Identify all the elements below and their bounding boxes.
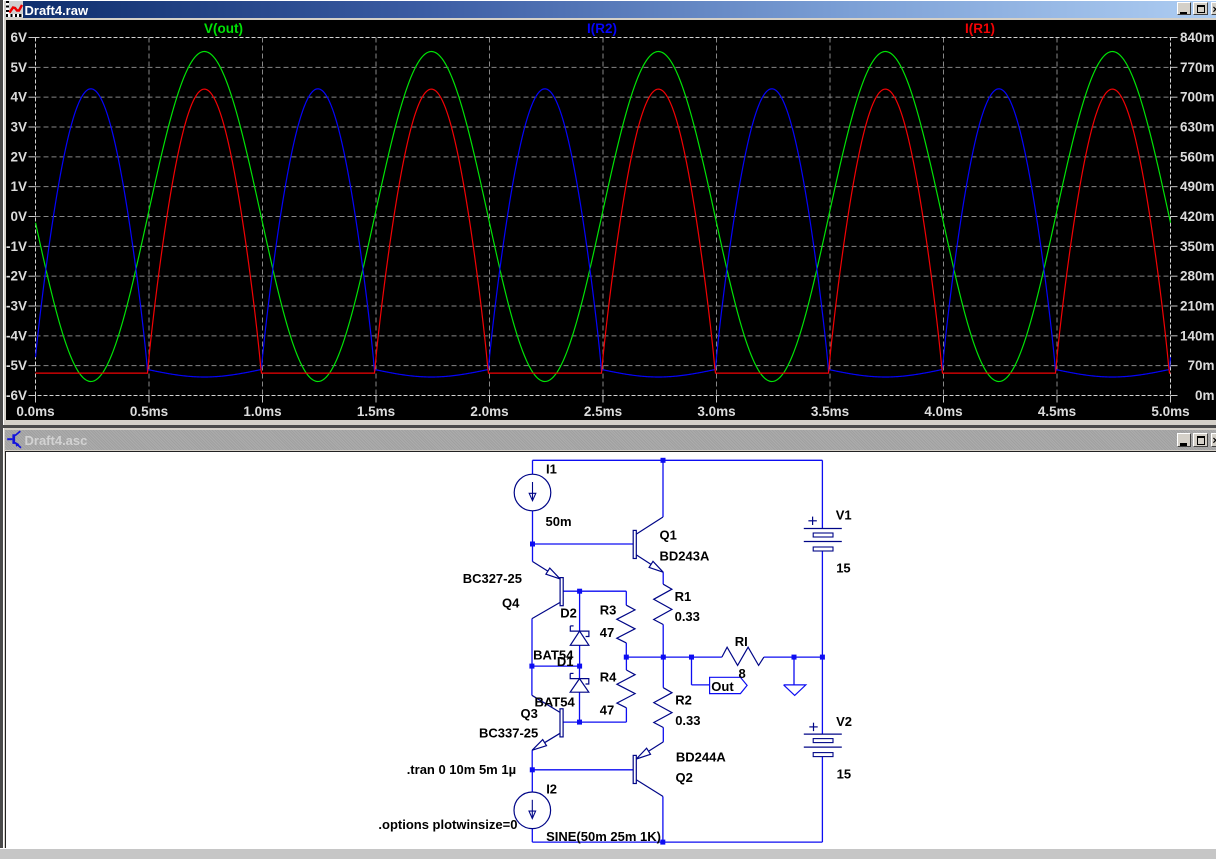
svg-text:490m: 490m <box>1180 179 1215 194</box>
svg-text:R1: R1 <box>675 589 692 604</box>
svg-text:210m: 210m <box>1180 299 1215 314</box>
svg-text:I(R2): I(R2) <box>587 21 617 36</box>
svg-text:47: 47 <box>600 625 614 640</box>
svg-text:Q1: Q1 <box>660 528 677 543</box>
svg-text:-2V: -2V <box>6 269 27 284</box>
svg-text:I(R1): I(R1) <box>965 21 995 36</box>
svg-text:2.5ms: 2.5ms <box>584 404 622 419</box>
svg-text:V2: V2 <box>836 714 852 729</box>
svg-text:BD243A: BD243A <box>660 548 710 563</box>
svg-text:4.0ms: 4.0ms <box>924 404 962 419</box>
svg-text:5V: 5V <box>10 60 27 75</box>
svg-text:.options plotwinsize=0: .options plotwinsize=0 <box>378 817 517 832</box>
svg-text:700m: 700m <box>1180 90 1215 105</box>
svg-text:D1: D1 <box>557 654 574 669</box>
svg-text:SINE(50m 25m 1K): SINE(50m 25m 1K) <box>546 829 661 844</box>
svg-text:50m: 50m <box>546 514 572 529</box>
svg-text:V1: V1 <box>836 507 852 522</box>
svg-text:I2: I2 <box>546 781 557 796</box>
svg-text:0.5ms: 0.5ms <box>130 404 168 419</box>
svg-text:0.0ms: 0.0ms <box>16 404 54 419</box>
svg-text:5.0ms: 5.0ms <box>1151 404 1189 419</box>
svg-text:Q2: Q2 <box>676 770 693 785</box>
svg-text:630m: 630m <box>1180 120 1215 135</box>
svg-text:3.0ms: 3.0ms <box>697 404 735 419</box>
svg-text:350m: 350m <box>1180 239 1215 254</box>
svg-text:840m: 840m <box>1180 30 1215 45</box>
svg-text:47: 47 <box>600 702 614 717</box>
svg-text:1V: 1V <box>10 179 27 194</box>
svg-text:770m: 770m <box>1180 60 1215 75</box>
svg-text:-5V: -5V <box>6 358 27 373</box>
svg-text:-1V: -1V <box>6 239 27 254</box>
svg-text:R4: R4 <box>600 670 617 685</box>
svg-text:BAT54: BAT54 <box>535 695 576 710</box>
svg-text:-6V: -6V <box>6 388 27 403</box>
svg-text:BC337-25: BC337-25 <box>479 726 538 741</box>
svg-text:420m: 420m <box>1180 209 1215 224</box>
svg-text:-4V: -4V <box>6 328 27 343</box>
svg-text:15: 15 <box>837 767 851 782</box>
svg-text:I1: I1 <box>546 461 557 476</box>
svg-text:140m: 140m <box>1180 328 1215 343</box>
svg-text:0.33: 0.33 <box>675 713 700 728</box>
svg-text:4V: 4V <box>10 90 27 105</box>
svg-text:3.5ms: 3.5ms <box>811 404 849 419</box>
svg-text:R2: R2 <box>675 692 692 707</box>
svg-text:D2: D2 <box>560 606 577 621</box>
svg-text:560m: 560m <box>1180 149 1215 164</box>
svg-text:0V: 0V <box>10 209 27 224</box>
svg-text:Q3: Q3 <box>521 706 538 721</box>
svg-text:.tran 0 10m 5m 1µ: .tran 0 10m 5m 1µ <box>407 762 516 777</box>
svg-text:1.0ms: 1.0ms <box>243 404 281 419</box>
svg-text:V(out): V(out) <box>204 21 243 36</box>
svg-text:8: 8 <box>739 666 746 681</box>
svg-text:6V: 6V <box>10 30 27 45</box>
svg-text:2.0ms: 2.0ms <box>470 404 508 419</box>
svg-text:70m: 70m <box>1187 358 1214 373</box>
svg-text:3V: 3V <box>10 120 27 135</box>
svg-text:-3V: -3V <box>6 299 27 314</box>
svg-text:RI: RI <box>735 634 748 649</box>
svg-text:4.5ms: 4.5ms <box>1038 404 1076 419</box>
svg-text:0.33: 0.33 <box>675 609 700 624</box>
svg-text:Q4: Q4 <box>502 596 520 611</box>
svg-text:2V: 2V <box>10 149 27 164</box>
svg-text:0m: 0m <box>1195 388 1215 403</box>
svg-text:280m: 280m <box>1180 269 1215 284</box>
svg-text:BC327-25: BC327-25 <box>463 571 522 586</box>
svg-text:R3: R3 <box>600 603 617 618</box>
svg-text:15: 15 <box>836 561 850 576</box>
svg-text:1.5ms: 1.5ms <box>357 404 395 419</box>
svg-text:BD244A: BD244A <box>676 750 726 765</box>
svg-text:Out: Out <box>711 679 734 694</box>
